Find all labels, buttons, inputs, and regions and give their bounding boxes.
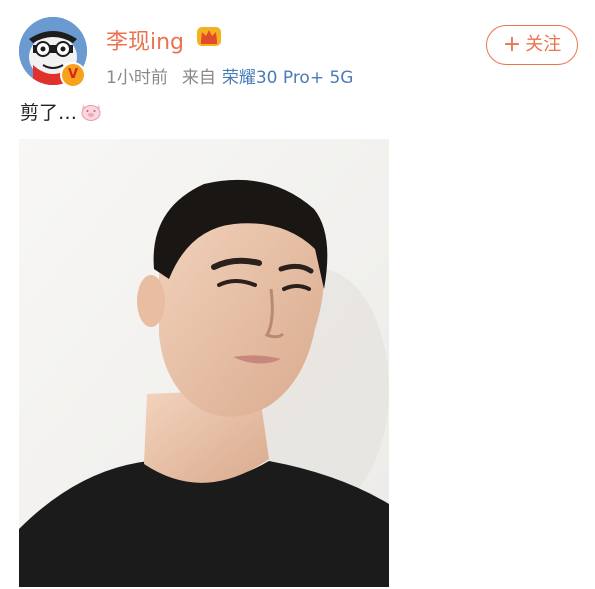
- portrait-image: [19, 139, 389, 587]
- verified-badge-icon: V: [60, 62, 86, 88]
- post-photo[interactable]: [19, 139, 389, 587]
- source-device-link[interactable]: 荣耀30 Pro+ 5G: [222, 68, 354, 88]
- plus-icon: +: [502, 32, 522, 57]
- post-meta: 1小时前 来自 荣耀30 Pro+ 5G: [106, 63, 353, 88]
- follow-label: 关注: [525, 34, 562, 55]
- username[interactable]: 李现ing: [106, 24, 184, 56]
- source-prefix: 来自: [181, 68, 216, 88]
- post-text: 剪了…: [20, 98, 103, 125]
- post-text-content: 剪了…: [20, 102, 78, 124]
- pig-emoji-icon: [81, 104, 101, 121]
- post-time: 1小时前: [106, 68, 168, 88]
- crown-icon: [197, 27, 221, 46]
- follow-button[interactable]: + 关注: [486, 25, 578, 65]
